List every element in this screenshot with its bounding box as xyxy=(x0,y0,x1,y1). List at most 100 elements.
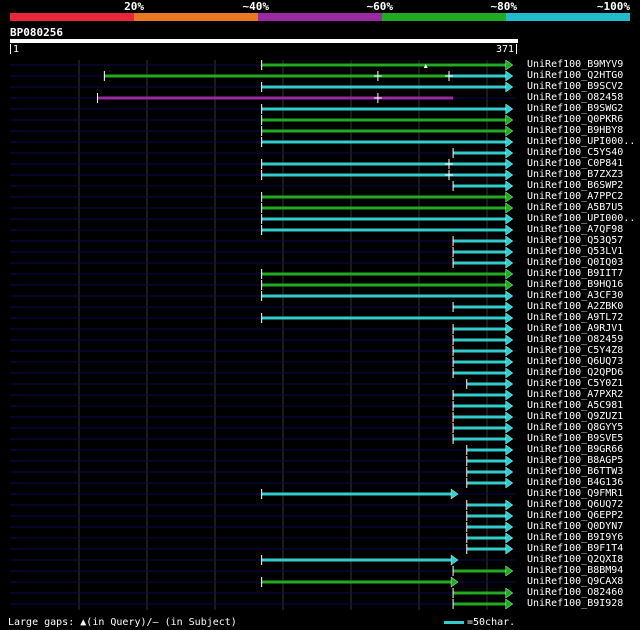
hit-end-arrow xyxy=(505,598,514,610)
hit-end-arrow xyxy=(505,70,514,82)
hit-name[interactable]: UniRef100_Q8GYY5 xyxy=(527,422,623,433)
hit-name[interactable]: UniRef100_B9MYV9 xyxy=(527,59,623,70)
hit-end-arrow xyxy=(505,565,514,577)
hit-end-arrow xyxy=(505,543,514,555)
query-gap-label: (in Query)/ xyxy=(86,617,153,628)
subject-gap-label: (in Subject) xyxy=(158,617,237,628)
hit-name[interactable]: UniRef100_C5YS40 xyxy=(527,147,623,158)
hit-name[interactable]: UniRef100_B9SVE5 xyxy=(527,433,623,444)
hit-name[interactable]: UniRef100_C5Y0Z1 xyxy=(527,378,623,389)
hit-name[interactable]: UniRef100_B8AGP5 xyxy=(527,455,623,466)
hit-end-arrow xyxy=(505,125,514,137)
hit-end-arrow xyxy=(505,510,514,522)
hit-name[interactable]: UniRef100_O82460 xyxy=(527,587,623,598)
hit-end-arrow xyxy=(505,169,514,181)
hit-name[interactable]: UniRef100_O82459 xyxy=(527,334,623,345)
hit-name[interactable]: UniRef100_UPI000.. xyxy=(527,136,635,147)
hit-end-arrow xyxy=(505,103,514,115)
hit-end-arrow xyxy=(505,433,514,445)
hit-end-arrow xyxy=(450,488,459,500)
hit-end-arrow xyxy=(505,532,514,544)
hit-name[interactable]: UniRef100_Q0DYN7 xyxy=(527,521,623,532)
hit-name[interactable]: UniRef100_UPI000.. xyxy=(527,213,635,224)
hit-name[interactable]: UniRef100_B9SCV2 xyxy=(527,81,623,92)
hit-name[interactable]: UniRef100_Q53Q57 xyxy=(527,235,623,246)
hit-name[interactable]: UniRef100_Q0IQ03 xyxy=(527,257,623,268)
hit-end-arrow xyxy=(505,235,514,247)
hit-name[interactable]: UniRef100_Q2QXI8 xyxy=(527,554,623,565)
hit-name[interactable]: UniRef100_B9SWG2 xyxy=(527,103,623,114)
hit-end-arrow xyxy=(505,257,514,269)
gaps-label: Large gaps: xyxy=(8,617,75,628)
hit-name[interactable]: UniRef100_B9I9Y6 xyxy=(527,532,623,543)
hit-name[interactable]: UniRef100_C5Y4Z8 xyxy=(527,345,623,356)
hit-end-arrow xyxy=(505,246,514,258)
scale-bar xyxy=(444,620,464,624)
hit-end-arrow xyxy=(505,81,514,93)
hit-end-arrow xyxy=(505,224,514,236)
hit-end-arrow xyxy=(505,356,514,368)
hit-name[interactable]: UniRef100_B6SWP2 xyxy=(527,180,623,191)
hit-name[interactable]: UniRef100_B9IIT7 xyxy=(527,268,623,279)
hit-end-arrow xyxy=(505,422,514,434)
hit-end-arrow xyxy=(505,279,514,291)
hit-name[interactable]: UniRef100_Q9ZUZ1 xyxy=(527,411,623,422)
hit-name[interactable]: UniRef100_B9GR66 xyxy=(527,444,623,455)
hit-end-arrow xyxy=(505,114,514,126)
hit-name[interactable]: UniRef100_A9RJV1 xyxy=(527,323,623,334)
hit-name[interactable]: UniRef100_Q0PKR6 xyxy=(527,114,623,125)
hit-end-arrow xyxy=(505,136,514,148)
hit-end-arrow xyxy=(505,477,514,489)
hit-name[interactable]: UniRef100_Q6EPP2 xyxy=(527,510,623,521)
hit-end-arrow xyxy=(505,158,514,170)
hit-end-arrow xyxy=(505,466,514,478)
hit-end-arrow xyxy=(505,499,514,511)
hit-name[interactable]: UniRef100_A7QF98 xyxy=(527,224,623,235)
hit-end-arrow xyxy=(505,312,514,324)
gaps-legend: Large gaps: ▲(in Query)/– (in Subject) xyxy=(8,617,237,628)
hit-name[interactable]: UniRef100_A2ZBK0 xyxy=(527,301,623,312)
hit-name[interactable]: UniRef100_B9HBY8 xyxy=(527,125,623,136)
hit-name[interactable]: UniRef100_A5C981 xyxy=(527,400,623,411)
hit-name[interactable]: UniRef100_Q2QPD6 xyxy=(527,367,623,378)
hit-end-arrow xyxy=(505,268,514,280)
hit-end-arrow xyxy=(505,455,514,467)
hit-name[interactable]: UniRef100_B8BM94 xyxy=(527,565,623,576)
hit-name[interactable]: UniRef100_A3CF30 xyxy=(527,290,623,301)
hit-name[interactable]: UniRef100_B9HQ16 xyxy=(527,279,623,290)
scale-label: =50char. xyxy=(467,617,516,628)
hit-name[interactable]: UniRef100_A7PPC2 xyxy=(527,191,623,202)
hit-end-arrow xyxy=(505,59,514,71)
hit-end-arrow xyxy=(505,334,514,346)
hit-end-arrow xyxy=(505,411,514,423)
hit-end-arrow xyxy=(505,521,514,533)
hit-end-arrow xyxy=(450,554,459,566)
hit-end-arrow xyxy=(505,147,514,159)
hit-name[interactable]: UniRef100_Q9CAX8 xyxy=(527,576,623,587)
hit-name[interactable]: UniRef100_B7ZXZ3 xyxy=(527,169,623,180)
hit-name[interactable]: UniRef100_Q2HTG0 xyxy=(527,70,623,81)
hit-end-arrow xyxy=(505,323,514,335)
hit-name[interactable]: UniRef100_B9F1T4 xyxy=(527,543,623,554)
hit-end-arrow xyxy=(505,444,514,456)
hit-end-arrow xyxy=(505,345,514,357)
hit-end-arrow xyxy=(505,400,514,412)
hit-end-arrow xyxy=(505,180,514,192)
hit-end-arrow xyxy=(505,301,514,313)
hit-name[interactable]: UniRef100_Q6UQ72 xyxy=(527,499,623,510)
hit-name[interactable]: UniRef100_Q53LV1 xyxy=(527,246,623,257)
hit-end-arrow xyxy=(505,290,514,302)
hit-end-arrow xyxy=(450,576,459,588)
hit-name[interactable]: UniRef100_C0P841 xyxy=(527,158,623,169)
hit-name[interactable]: UniRef100_B4G136 xyxy=(527,477,623,488)
hit-name[interactable]: UniRef100_Q9FMR1 xyxy=(527,488,623,499)
hit-end-arrow xyxy=(505,587,514,599)
hit-name[interactable]: UniRef100_A5B7U5 xyxy=(527,202,623,213)
hit-name[interactable]: UniRef100_A9TL72 xyxy=(527,312,623,323)
hit-end-arrow xyxy=(505,389,514,401)
hit-name[interactable]: UniRef100_O82458 xyxy=(527,92,623,103)
hit-name[interactable]: UniRef100_B9I928 xyxy=(527,598,623,609)
hit-name[interactable]: UniRef100_A7PXR2 xyxy=(527,389,623,400)
hit-name[interactable]: UniRef100_B6TTW3 xyxy=(527,466,623,477)
hit-name[interactable]: UniRef100_Q6UQ73 xyxy=(527,356,623,367)
